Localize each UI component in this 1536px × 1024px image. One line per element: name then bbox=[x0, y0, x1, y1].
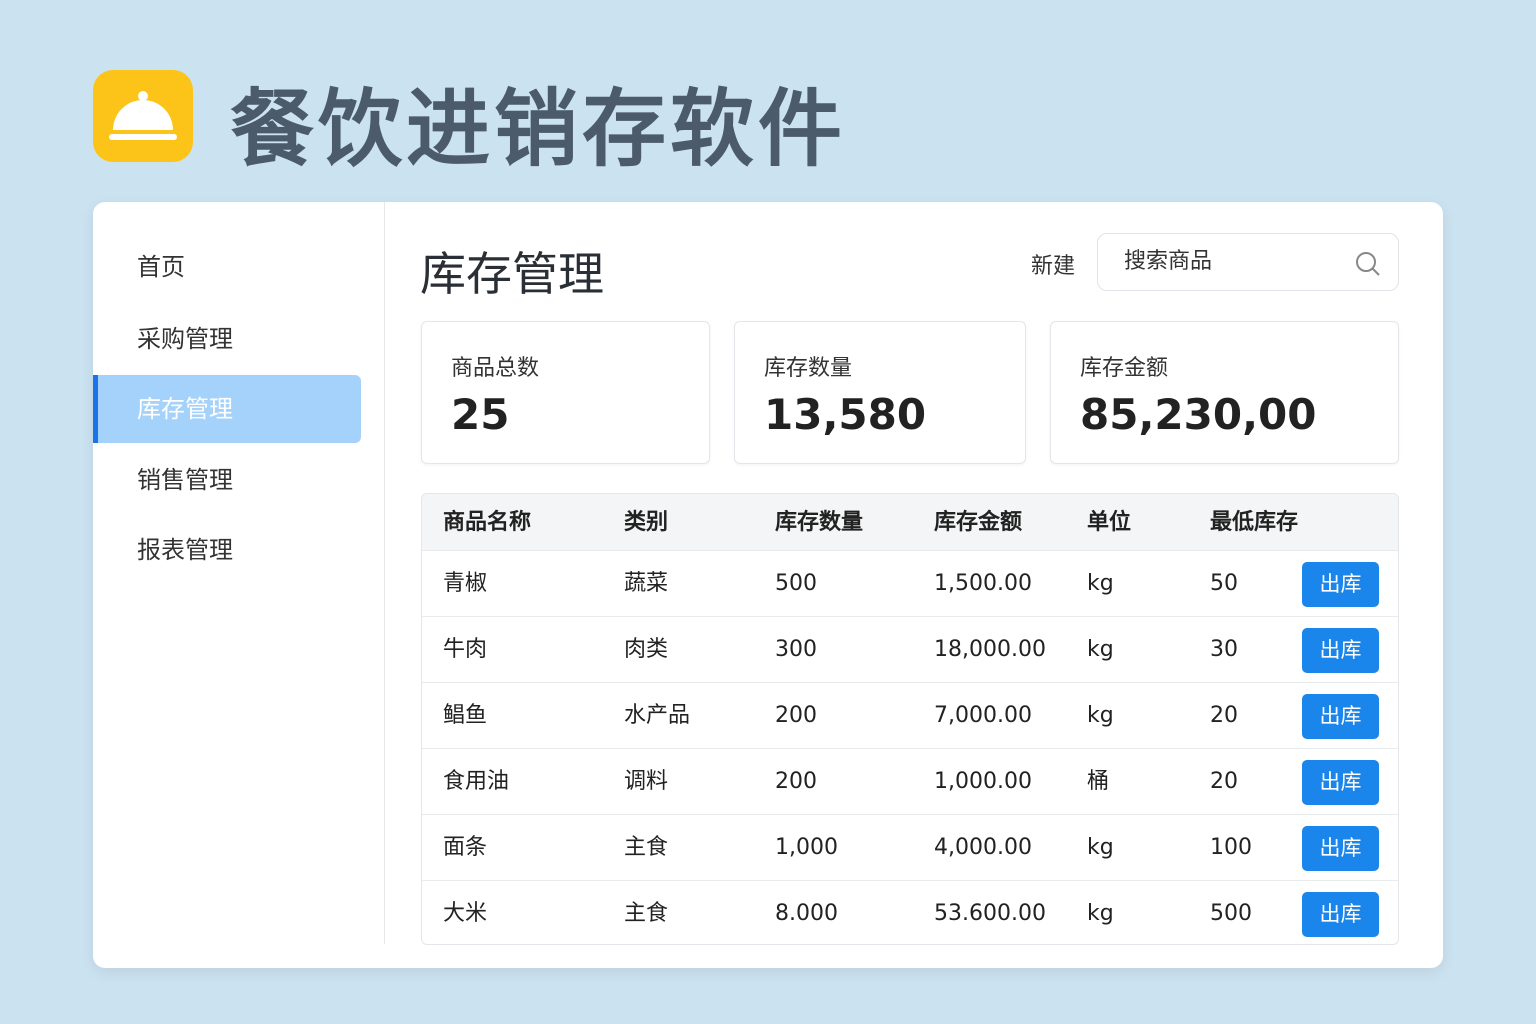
sidebar-item-reports[interactable]: 报表管理 bbox=[93, 516, 361, 584]
table-cell: 8.000 bbox=[775, 901, 838, 926]
stat-card-total-items: 商品总数 25 bbox=[421, 321, 710, 464]
table-cell: 主食 bbox=[624, 901, 669, 926]
sidebar-item-sales[interactable]: 销售管理 bbox=[93, 446, 361, 514]
main-window: 首页 采购管理 库存管理 销售管理 报表管理 库存管理 新建 搜索商品 商品总数… bbox=[93, 202, 1443, 968]
table-cell: 牛肉 bbox=[443, 637, 488, 662]
table-cell: kg bbox=[1087, 637, 1114, 662]
column-header[interactable]: 单位 bbox=[1087, 494, 1131, 551]
sidebar-item-home[interactable]: 首页 bbox=[93, 233, 361, 301]
table-cell: 水产品 bbox=[624, 703, 691, 728]
table-cell: kg bbox=[1087, 835, 1114, 860]
search-placeholder: 搜索商品 bbox=[1124, 249, 1213, 274]
stock-out-button[interactable]: 出库 bbox=[1302, 826, 1379, 871]
table-cell: 青椒 bbox=[443, 571, 488, 596]
table-cell: 100 bbox=[1210, 835, 1252, 860]
table-cell: 1,500.00 bbox=[934, 571, 1032, 596]
table-row: 面条 主食 1,000 4,000.00 kg 100 出库 bbox=[422, 815, 1398, 881]
stock-out-button[interactable]: 出库 bbox=[1302, 628, 1379, 673]
table-cell: 20 bbox=[1210, 769, 1238, 794]
table-row: 牛肉 肉类 300 18,000.00 kg 30 出库 bbox=[422, 617, 1398, 683]
table-cell: 20 bbox=[1210, 703, 1238, 728]
table-cell: 500 bbox=[775, 571, 817, 596]
table-cell: 300 bbox=[775, 637, 817, 662]
search-icon[interactable] bbox=[1354, 250, 1382, 278]
stat-value: 13,580 bbox=[764, 390, 927, 439]
table-cell: 30 bbox=[1210, 637, 1238, 662]
table-cell: 主食 bbox=[624, 835, 669, 860]
table-cell: 鲳鱼 bbox=[443, 703, 488, 728]
column-header[interactable]: 商品名称 bbox=[443, 494, 531, 551]
stat-card-stock-quantity: 库存数量 13,580 bbox=[734, 321, 1026, 464]
sidebar: 首页 采购管理 库存管理 销售管理 报表管理 bbox=[93, 202, 385, 944]
table-cell: 调料 bbox=[624, 769, 669, 794]
page-title: 库存管理 bbox=[420, 247, 604, 301]
table-cell: kg bbox=[1087, 571, 1114, 596]
new-button[interactable]: 新建 bbox=[1031, 248, 1075, 280]
stock-out-button[interactable]: 出库 bbox=[1302, 562, 1379, 607]
table-cell: 蔬菜 bbox=[624, 571, 669, 596]
stock-out-button[interactable]: 出库 bbox=[1302, 760, 1379, 805]
table-cell: 食用油 bbox=[443, 769, 510, 794]
table-cell: kg bbox=[1087, 901, 1114, 926]
inventory-table: 商品名称 类别 库存数量 库存金额 单位 最低库存 青椒 蔬菜 500 1,500.0… bbox=[421, 493, 1399, 945]
table-header: 商品名称 类别 库存数量 库存金额 单位 最低库存 bbox=[422, 494, 1398, 551]
stat-value: 85,230,00 bbox=[1080, 390, 1317, 439]
stock-out-button[interactable]: 出库 bbox=[1302, 892, 1379, 937]
column-header[interactable]: 库存数量 bbox=[775, 494, 863, 551]
table-cell: kg bbox=[1087, 703, 1114, 728]
table-cell: 1,000 bbox=[775, 835, 838, 860]
table-row: 大米 主食 8.000 53.600.00 kg 500 出库 bbox=[422, 881, 1398, 944]
table-cell: 200 bbox=[775, 769, 817, 794]
table-cell: 桶 bbox=[1087, 769, 1110, 794]
app-logo bbox=[93, 70, 193, 162]
stat-label: 商品总数 bbox=[451, 356, 540, 381]
search-input[interactable]: 搜索商品 bbox=[1097, 233, 1399, 291]
column-header[interactable]: 类别 bbox=[624, 494, 668, 551]
table-cell: 200 bbox=[775, 703, 817, 728]
stat-label: 库存数量 bbox=[764, 356, 853, 381]
column-header[interactable]: 库存金额 bbox=[934, 494, 1022, 551]
cloche-icon bbox=[109, 91, 177, 140]
table-row: 食用油 调料 200 1,000.00 桶 20 出库 bbox=[422, 749, 1398, 815]
stat-card-stock-value: 库存金额 85,230,00 bbox=[1050, 321, 1399, 464]
table-cell: 500 bbox=[1210, 901, 1252, 926]
stock-out-button[interactable]: 出库 bbox=[1302, 694, 1379, 739]
table-row: 鲳鱼 水产品 200 7,000.00 kg 20 出库 bbox=[422, 683, 1398, 749]
stat-label: 库存金额 bbox=[1080, 356, 1169, 381]
table-cell: 18,000.00 bbox=[934, 637, 1046, 662]
table-cell: 4,000.00 bbox=[934, 835, 1032, 860]
table-row: 青椒 蔬菜 500 1,500.00 kg 50 出库 bbox=[422, 551, 1398, 617]
sidebar-item-inventory[interactable]: 库存管理 bbox=[93, 375, 361, 443]
sidebar-item-purchase[interactable]: 采购管理 bbox=[93, 305, 361, 373]
table-cell: 7,000.00 bbox=[934, 703, 1032, 728]
column-header[interactable]: 最低库存 bbox=[1210, 494, 1298, 551]
table-cell: 53.600.00 bbox=[934, 901, 1046, 926]
stat-value: 25 bbox=[451, 390, 510, 439]
table-cell: 面条 bbox=[443, 835, 488, 860]
table-cell: 50 bbox=[1210, 571, 1238, 596]
table-cell: 大米 bbox=[443, 901, 488, 926]
table-cell: 肉类 bbox=[624, 637, 669, 662]
app-title: 餐饮进销存软件 bbox=[230, 80, 847, 178]
table-cell: 1,000.00 bbox=[934, 769, 1032, 794]
